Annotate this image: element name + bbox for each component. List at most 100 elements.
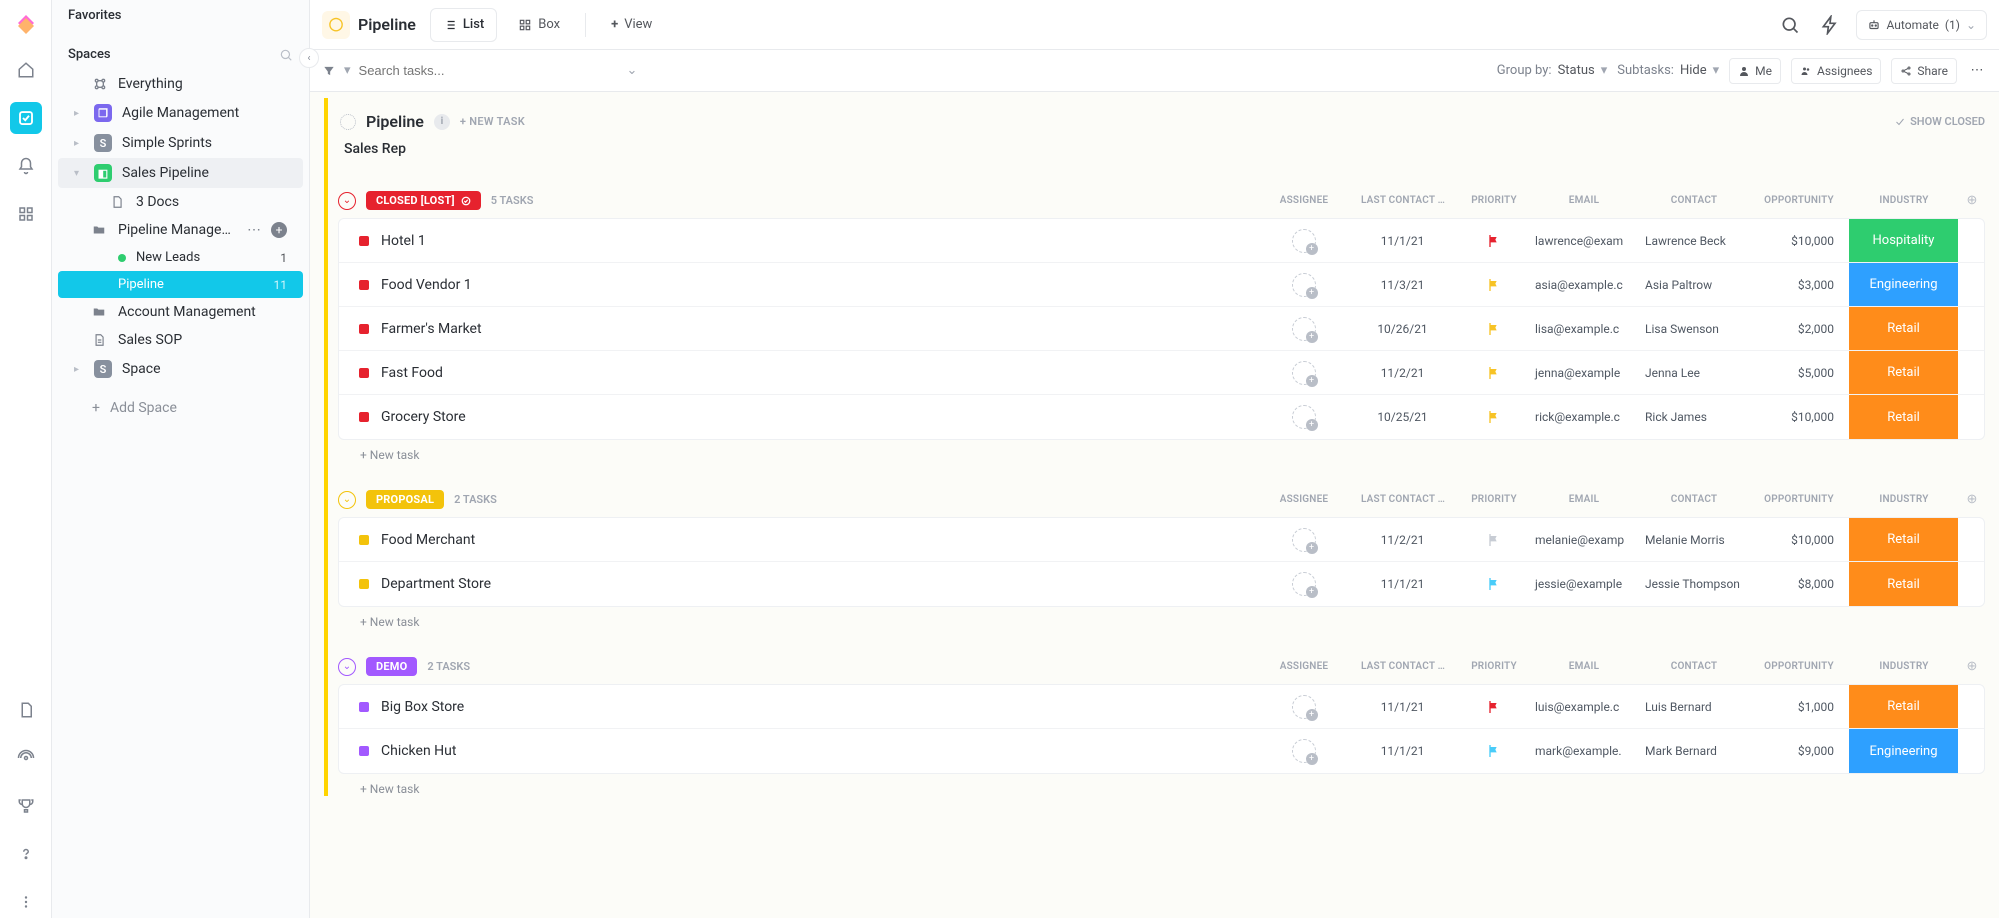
sidebar-item-agile[interactable]: ▸ ❐ Agile Management [58, 98, 303, 128]
opportunity-cell[interactable]: $10,000 [1748, 395, 1848, 439]
table-row[interactable]: Big Box Store 11/1/21 luis@example.c Lui… [339, 685, 1984, 729]
assignee-add-icon[interactable] [1292, 405, 1316, 429]
table-row[interactable]: Chicken Hut 11/1/21 mark@example. Mark B… [339, 729, 1984, 773]
flag-icon[interactable] [1486, 409, 1502, 425]
assignee-add-icon[interactable] [1292, 361, 1316, 385]
status-square-icon[interactable] [359, 236, 369, 246]
status-circle-icon[interactable] [340, 114, 356, 130]
contact-cell[interactable]: Luis Bernard [1638, 685, 1748, 728]
last-contact-cell[interactable]: 11/1/21 [1346, 685, 1458, 728]
priority-cell[interactable] [1458, 729, 1528, 773]
table-row[interactable]: Hotel 1 11/1/21 lawrence@exam Lawrence B… [339, 219, 1984, 263]
col-last-contact[interactable]: LAST CONTACT … [1347, 494, 1459, 505]
status-square-icon[interactable] [359, 702, 369, 712]
automate-button[interactable]: Automate (1) ⌄ [1856, 10, 1987, 40]
contact-cell[interactable]: Jenna Lee [1638, 351, 1748, 394]
spaces-header[interactable]: Spaces [52, 39, 309, 70]
share-button[interactable]: Share [1891, 58, 1957, 84]
last-contact-cell[interactable]: 11/1/21 [1346, 729, 1458, 773]
col-industry[interactable]: INDUSTRY [1849, 494, 1959, 505]
col-opportunity[interactable]: OPPORTUNITY [1749, 661, 1849, 672]
add-column-button[interactable]: ⊕ [1959, 492, 1985, 507]
new-task-button[interactable]: + New task [338, 607, 1985, 629]
last-contact-cell[interactable]: 11/2/21 [1346, 518, 1458, 561]
subtasks-dropdown[interactable]: Subtasks: Hide ▾ [1617, 63, 1719, 78]
col-opportunity[interactable]: OPPORTUNITY [1749, 195, 1849, 206]
status-square-icon[interactable] [359, 368, 369, 378]
collapse-sidebar-button[interactable]: ‹ [299, 48, 319, 68]
industry-cell[interactable]: Engineering [1848, 263, 1958, 306]
group-collapse-icon[interactable]: ⌄ [338, 491, 356, 509]
sidebar-item-sales-pipeline[interactable]: ▾ ◧ Sales Pipeline [58, 158, 303, 188]
more-icon[interactable]: ⋯ [1967, 57, 1987, 85]
priority-cell[interactable] [1458, 351, 1528, 394]
col-assignee[interactable]: ASSIGNEE [1261, 195, 1347, 206]
table-row[interactable]: Farmer's Market 10/26/21 lisa@example.c … [339, 307, 1984, 351]
new-task-button[interactable]: + New task [338, 440, 1985, 462]
col-last-contact[interactable]: LAST CONTACT … [1347, 661, 1459, 672]
flag-icon[interactable] [1486, 576, 1502, 592]
last-contact-cell[interactable]: 11/1/21 [1346, 562, 1458, 606]
priority-cell[interactable] [1458, 562, 1528, 606]
priority-cell[interactable] [1458, 685, 1528, 728]
filter-icon[interactable] [322, 64, 336, 78]
email-cell[interactable]: rick@example.c [1528, 395, 1638, 439]
sidebar-item-docs[interactable]: 3 Docs [58, 188, 303, 216]
assignees-button[interactable]: Assignees [1791, 58, 1881, 84]
tasks-icon[interactable] [10, 102, 42, 134]
opportunity-cell[interactable]: $2,000 [1748, 307, 1848, 350]
flag-icon[interactable] [1486, 321, 1502, 337]
contact-cell[interactable]: Jessie Thompson [1638, 562, 1748, 606]
col-opportunity[interactable]: OPPORTUNITY [1749, 494, 1849, 505]
sidebar-item-pipeline[interactable]: Pipeline 11 [58, 271, 303, 298]
table-row[interactable]: Food Vendor 1 11/3/21 asia@example.c Asi… [339, 263, 1984, 307]
info-icon[interactable]: i [434, 114, 450, 130]
search-input[interactable] [359, 63, 499, 78]
show-closed-button[interactable]: SHOW CLOSED [1894, 115, 1985, 128]
col-priority[interactable]: PRIORITY [1459, 195, 1529, 206]
flag-icon[interactable] [1486, 233, 1502, 249]
email-cell[interactable]: luis@example.c [1528, 685, 1638, 728]
table-row[interactable]: Department Store 11/1/21 jessie@example … [339, 562, 1984, 606]
favorites-header[interactable]: Favorites [52, 0, 309, 31]
industry-cell[interactable]: Retail [1848, 395, 1958, 439]
contact-cell[interactable]: Lisa Swenson [1638, 307, 1748, 350]
flag-icon[interactable] [1486, 532, 1502, 548]
last-contact-cell[interactable]: 11/1/21 [1346, 219, 1458, 262]
col-last-contact[interactable]: LAST CONTACT … [1347, 195, 1459, 206]
priority-cell[interactable] [1458, 307, 1528, 350]
group-status-pill[interactable]: CLOSED [LOST] [366, 191, 481, 210]
me-button[interactable]: Me [1729, 58, 1781, 84]
last-contact-cell[interactable]: 11/3/21 [1346, 263, 1458, 306]
priority-cell[interactable] [1458, 518, 1528, 561]
priority-cell[interactable] [1458, 219, 1528, 262]
flag-icon[interactable] [1486, 743, 1502, 759]
app-logo[interactable] [12, 10, 40, 38]
tab-list[interactable]: List [430, 8, 497, 42]
opportunity-cell[interactable]: $9,000 [1748, 729, 1848, 773]
sidebar-item-new-leads[interactable]: New Leads 1 [58, 244, 303, 271]
assignee-add-icon[interactable] [1292, 695, 1316, 719]
table-row[interactable]: Fast Food 11/2/21 jenna@example Jenna Le… [339, 351, 1984, 395]
more-icon[interactable] [10, 886, 42, 918]
contact-cell[interactable]: Asia Paltrow [1638, 263, 1748, 306]
status-square-icon[interactable] [359, 280, 369, 290]
priority-cell[interactable] [1458, 395, 1528, 439]
tab-add-view[interactable]: + View [598, 8, 665, 42]
home-icon[interactable] [10, 54, 42, 86]
col-priority[interactable]: PRIORITY [1459, 494, 1529, 505]
status-square-icon[interactable] [359, 324, 369, 334]
col-industry[interactable]: INDUSTRY [1849, 661, 1959, 672]
table-row[interactable]: Food Merchant 11/2/21 melanie@examp Mela… [339, 518, 1984, 562]
trophy-icon[interactable] [10, 790, 42, 822]
col-priority[interactable]: PRIORITY [1459, 661, 1529, 672]
flag-icon[interactable] [1486, 277, 1502, 293]
contact-cell[interactable]: Lawrence Beck [1638, 219, 1748, 262]
opportunity-cell[interactable]: $5,000 [1748, 351, 1848, 394]
add-space-button[interactable]: + Add Space [58, 394, 303, 422]
opportunity-cell[interactable]: $1,000 [1748, 685, 1848, 728]
priority-cell[interactable] [1458, 263, 1528, 306]
assignee-add-icon[interactable] [1292, 229, 1316, 253]
last-contact-cell[interactable]: 10/25/21 [1346, 395, 1458, 439]
add-button[interactable]: + [271, 222, 287, 238]
